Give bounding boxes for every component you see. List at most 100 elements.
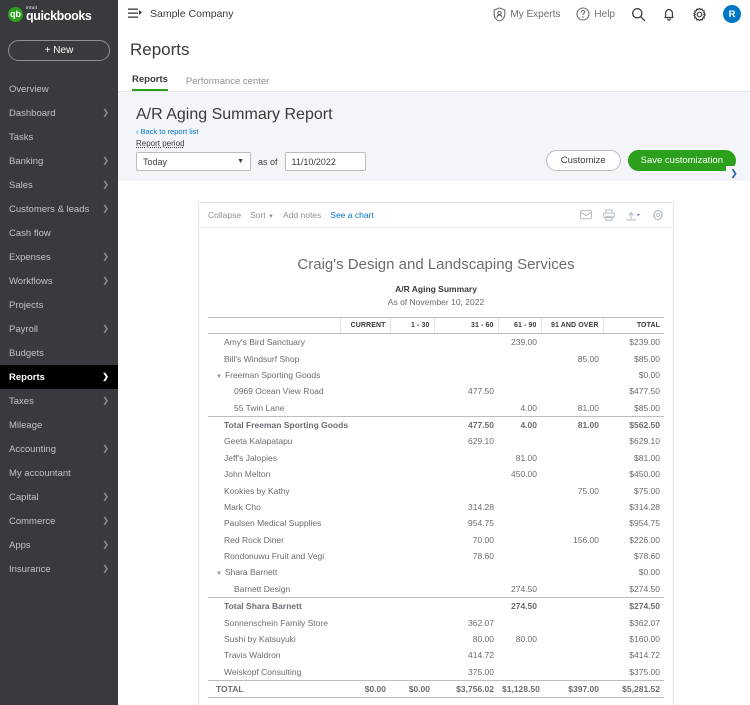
sidebar-item-dashboard[interactable]: Dashboard ❯ xyxy=(0,101,118,125)
sidebar-item-sales[interactable]: Sales ❯ xyxy=(0,173,118,197)
help-button[interactable]: Help xyxy=(568,7,623,21)
sidebar-item-label: Expenses xyxy=(9,251,51,263)
report-period-select[interactable]: Today ▼ xyxy=(136,152,251,171)
cell-31-60 xyxy=(434,334,498,351)
table-subtotal-row[interactable]: Total Shara Barnett 274.50 $274.50 xyxy=(208,597,664,615)
cell-91-and-over xyxy=(541,564,603,580)
cell-total: $375.00 xyxy=(629,666,660,677)
sidebar-item-reports[interactable]: Reports ❯ xyxy=(0,365,118,389)
column-header-total: TOTAL xyxy=(602,317,664,334)
row-label-cell: John Melton xyxy=(208,466,340,482)
collapse-triangle-icon[interactable]: ▼ xyxy=(216,374,222,380)
chevron-right-icon: ❯ xyxy=(102,180,109,189)
table-row[interactable]: Weiskopf Consulting 375.00 $375.00 xyxy=(208,664,664,681)
print-icon[interactable] xyxy=(603,209,615,221)
table-row[interactable]: Jeff's Jalopies 81.00 $81.00 xyxy=(208,450,664,466)
cell-31-60: 954.75 xyxy=(468,518,494,529)
hamburger-menu-icon[interactable] xyxy=(128,8,144,21)
sidebar-item-overview[interactable]: Overview xyxy=(0,77,118,101)
chevron-right-icon: ❯ xyxy=(102,324,109,333)
report-settings-gear-icon[interactable] xyxy=(652,209,664,221)
tab-reports[interactable]: Reports xyxy=(132,74,168,91)
sidebar-item-label: Commerce xyxy=(9,515,56,527)
table-row[interactable]: Rondonuwu Fruit and Vegi 78.60 $78.60 xyxy=(208,548,664,564)
back-to-report-list-link[interactable]: ‹ Back to report list xyxy=(118,127,750,136)
sidebar-item-my-accountant[interactable]: My accountant xyxy=(0,461,118,485)
collapse-panel-chevron-icon[interactable]: ❯ xyxy=(726,166,742,180)
table-row[interactable]: Geeta Kalapatapu 629.10 $629.10 xyxy=(208,433,664,449)
sidebar-item-budgets[interactable]: Budgets xyxy=(0,341,118,365)
table-row[interactable]: Travis Waldron 414.72 $414.72 xyxy=(208,647,664,663)
sidebar-item-cash-flow[interactable]: Cash flow xyxy=(0,221,118,245)
table-row[interactable]: ▼ Freeman Sporting Goods $0.00 xyxy=(208,367,664,383)
cell-current xyxy=(340,350,390,366)
sidebar-item-label: Payroll xyxy=(9,323,39,335)
sidebar-item-expenses[interactable]: Expenses ❯ xyxy=(0,245,118,269)
cell-current xyxy=(340,383,390,399)
collapse-button[interactable]: Collapse xyxy=(208,210,241,220)
save-customization-button[interactable]: Save customization xyxy=(627,150,736,171)
table-row[interactable]: 55 Twin Lane 4.00 81.00 $85.00 xyxy=(208,400,664,417)
customize-button[interactable]: Customize xyxy=(545,150,621,171)
table-row[interactable]: 0969 Ocean View Road 477.50 $477.50 xyxy=(208,383,664,399)
table-row[interactable]: John Melton 450.00 $450.00 xyxy=(208,466,664,482)
sidebar-item-tasks[interactable]: Tasks xyxy=(0,125,118,149)
user-avatar[interactable]: R xyxy=(723,5,741,23)
sidebar-item-payroll[interactable]: Payroll ❯ xyxy=(0,317,118,341)
row-label-cell: Rondonuwu Fruit and Vegi xyxy=(208,548,340,564)
row-label: Mark Cho xyxy=(224,501,261,512)
row-label-cell: Mark Cho xyxy=(208,499,340,515)
sort-button[interactable]: Sort ▼ xyxy=(250,210,274,220)
table-row[interactable]: Paulsen Medical Supplies 954.75 $954.75 xyxy=(208,515,664,531)
cell-31-60 xyxy=(434,581,498,598)
sidebar-item-insurance[interactable]: Insurance ❯ xyxy=(0,557,118,581)
sidebar-item-projects[interactable]: Projects xyxy=(0,293,118,317)
table-row[interactable]: Mark Cho 314.28 $314.28 xyxy=(208,499,664,515)
sidebar-item-commerce[interactable]: Commerce ❯ xyxy=(0,509,118,533)
report-title: A/R Aging Summary Report xyxy=(136,106,333,123)
report-period-label: Report period xyxy=(136,139,185,148)
sidebar-item-workflows[interactable]: Workflows ❯ xyxy=(0,269,118,293)
as-of-date-input[interactable]: 11/10/2022 xyxy=(284,152,366,171)
cell-1-30 xyxy=(390,597,434,615)
row-label: Sushi by Katsuyuki xyxy=(224,633,296,644)
tab-performance-center[interactable]: Performance center xyxy=(186,76,269,91)
sidebar-item-label: Cash flow xyxy=(9,227,51,239)
chevron-right-icon: ❯ xyxy=(102,516,109,525)
my-experts-button[interactable]: My Experts xyxy=(485,6,568,22)
table-total-row[interactable]: TOTAL $0.00 $0.00 $3,756.02 $1,128.50 $397.00… xyxy=(208,679,664,699)
sidebar-item-taxes[interactable]: Taxes ❯ xyxy=(0,389,118,413)
table-row[interactable]: Kookies by Kathy 75.00 $75.00 xyxy=(208,482,664,498)
row-label-cell: 55 Twin Lane xyxy=(208,400,340,417)
cell-1-30 xyxy=(390,564,434,580)
cell-91-and-over xyxy=(541,466,603,482)
table-row[interactable]: Bill's Windsurf Shop 85.00 $85.00 xyxy=(208,350,664,366)
sidebar-item-accounting[interactable]: Accounting ❯ xyxy=(0,437,118,461)
settings-button[interactable] xyxy=(684,7,715,22)
email-icon[interactable] xyxy=(580,210,592,220)
table-row[interactable]: Red Rock Diner 70.00 156.00 $226.00 xyxy=(208,532,664,548)
add-notes-button[interactable]: Add notes xyxy=(283,210,321,220)
quickbooks-logo[interactable]: qb intuit quickbooks xyxy=(0,0,118,28)
table-row[interactable]: ▼ Shara Barnett $0.00 xyxy=(208,564,664,580)
row-label: Weiskopf Consulting xyxy=(224,666,302,677)
see-a-chart-link[interactable]: See a chart xyxy=(330,210,373,220)
sidebar-item-customers-leads[interactable]: Customers & leads ❯ xyxy=(0,197,118,221)
sidebar-item-banking[interactable]: Banking ❯ xyxy=(0,149,118,173)
notifications-button[interactable] xyxy=(654,7,684,22)
search-button[interactable] xyxy=(623,7,654,22)
sidebar-item-capital[interactable]: Capital ❯ xyxy=(0,485,118,509)
sidebar-item-mileage[interactable]: Mileage xyxy=(0,413,118,437)
table-row[interactable]: Amy's Bird Sanctuary 239.00 $239.00 xyxy=(208,334,664,351)
cell-31-60 xyxy=(434,350,498,366)
table-row[interactable]: Barnett Design 274.50 $274.50 xyxy=(208,581,664,598)
collapse-triangle-icon[interactable]: ▼ xyxy=(216,571,222,577)
table-row[interactable]: Sushi by Katsuyuki 80.00 80.00 $160.00 xyxy=(208,631,664,647)
export-icon[interactable] xyxy=(626,209,641,221)
table-subtotal-row[interactable]: Total Freeman Sporting Goods 477.50 4.00 81… xyxy=(208,415,664,434)
cell-61-90: $1,128.50 xyxy=(498,679,541,699)
new-button[interactable]: + New xyxy=(8,40,110,61)
table-row[interactable]: Sonnenschein Family Store 362.07 $362.07 xyxy=(208,614,664,630)
cell-91-and-over xyxy=(541,499,603,515)
sidebar-item-apps[interactable]: Apps ❯ xyxy=(0,533,118,557)
